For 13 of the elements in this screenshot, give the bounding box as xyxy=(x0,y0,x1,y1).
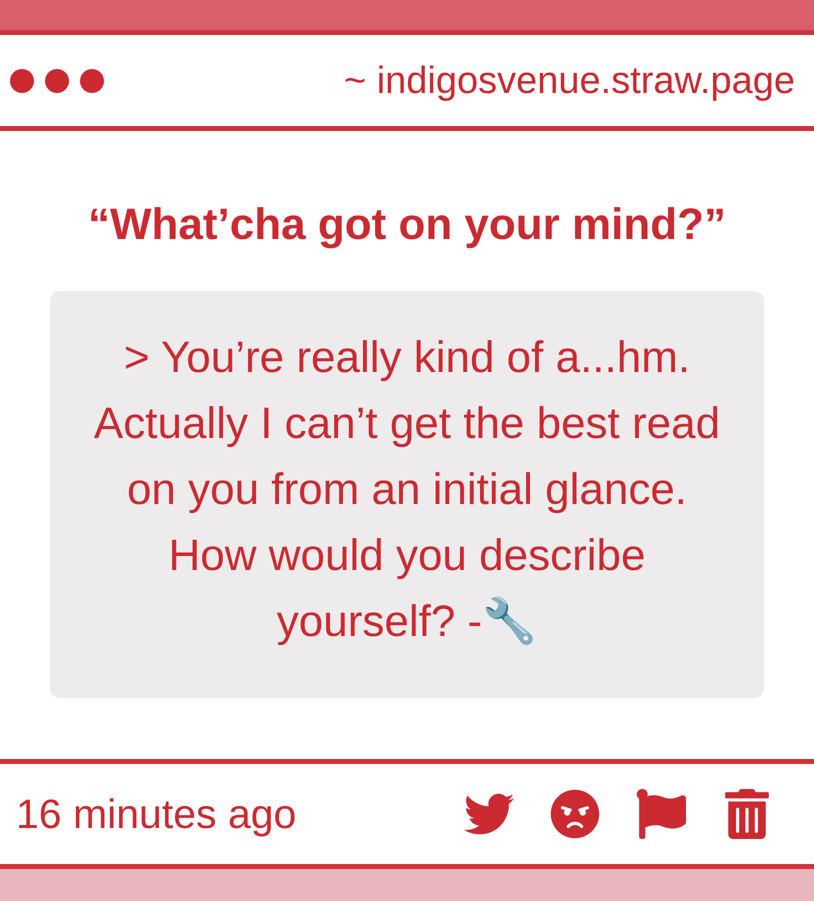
trash-icon xyxy=(722,789,772,839)
flag-icon xyxy=(636,789,686,839)
dot-icon xyxy=(10,68,34,92)
prompt-title: “What’cha got on your mind?” xyxy=(88,200,726,250)
message-text: > You’re really kind of a...hm. Actually I can’t get the best read on you from an initial glance. How would you describe yourself? -🔧 xyxy=(92,332,722,648)
delete-button[interactable] xyxy=(722,789,772,839)
dot-icon xyxy=(45,68,69,92)
page-url: ~ indigosvenue.straw.page xyxy=(344,58,795,102)
dot-icon xyxy=(80,68,104,92)
react-button[interactable] xyxy=(550,789,600,839)
angry-face-icon xyxy=(550,789,600,839)
timestamp: 16 minutes ago xyxy=(16,791,296,837)
report-button[interactable] xyxy=(636,789,686,839)
